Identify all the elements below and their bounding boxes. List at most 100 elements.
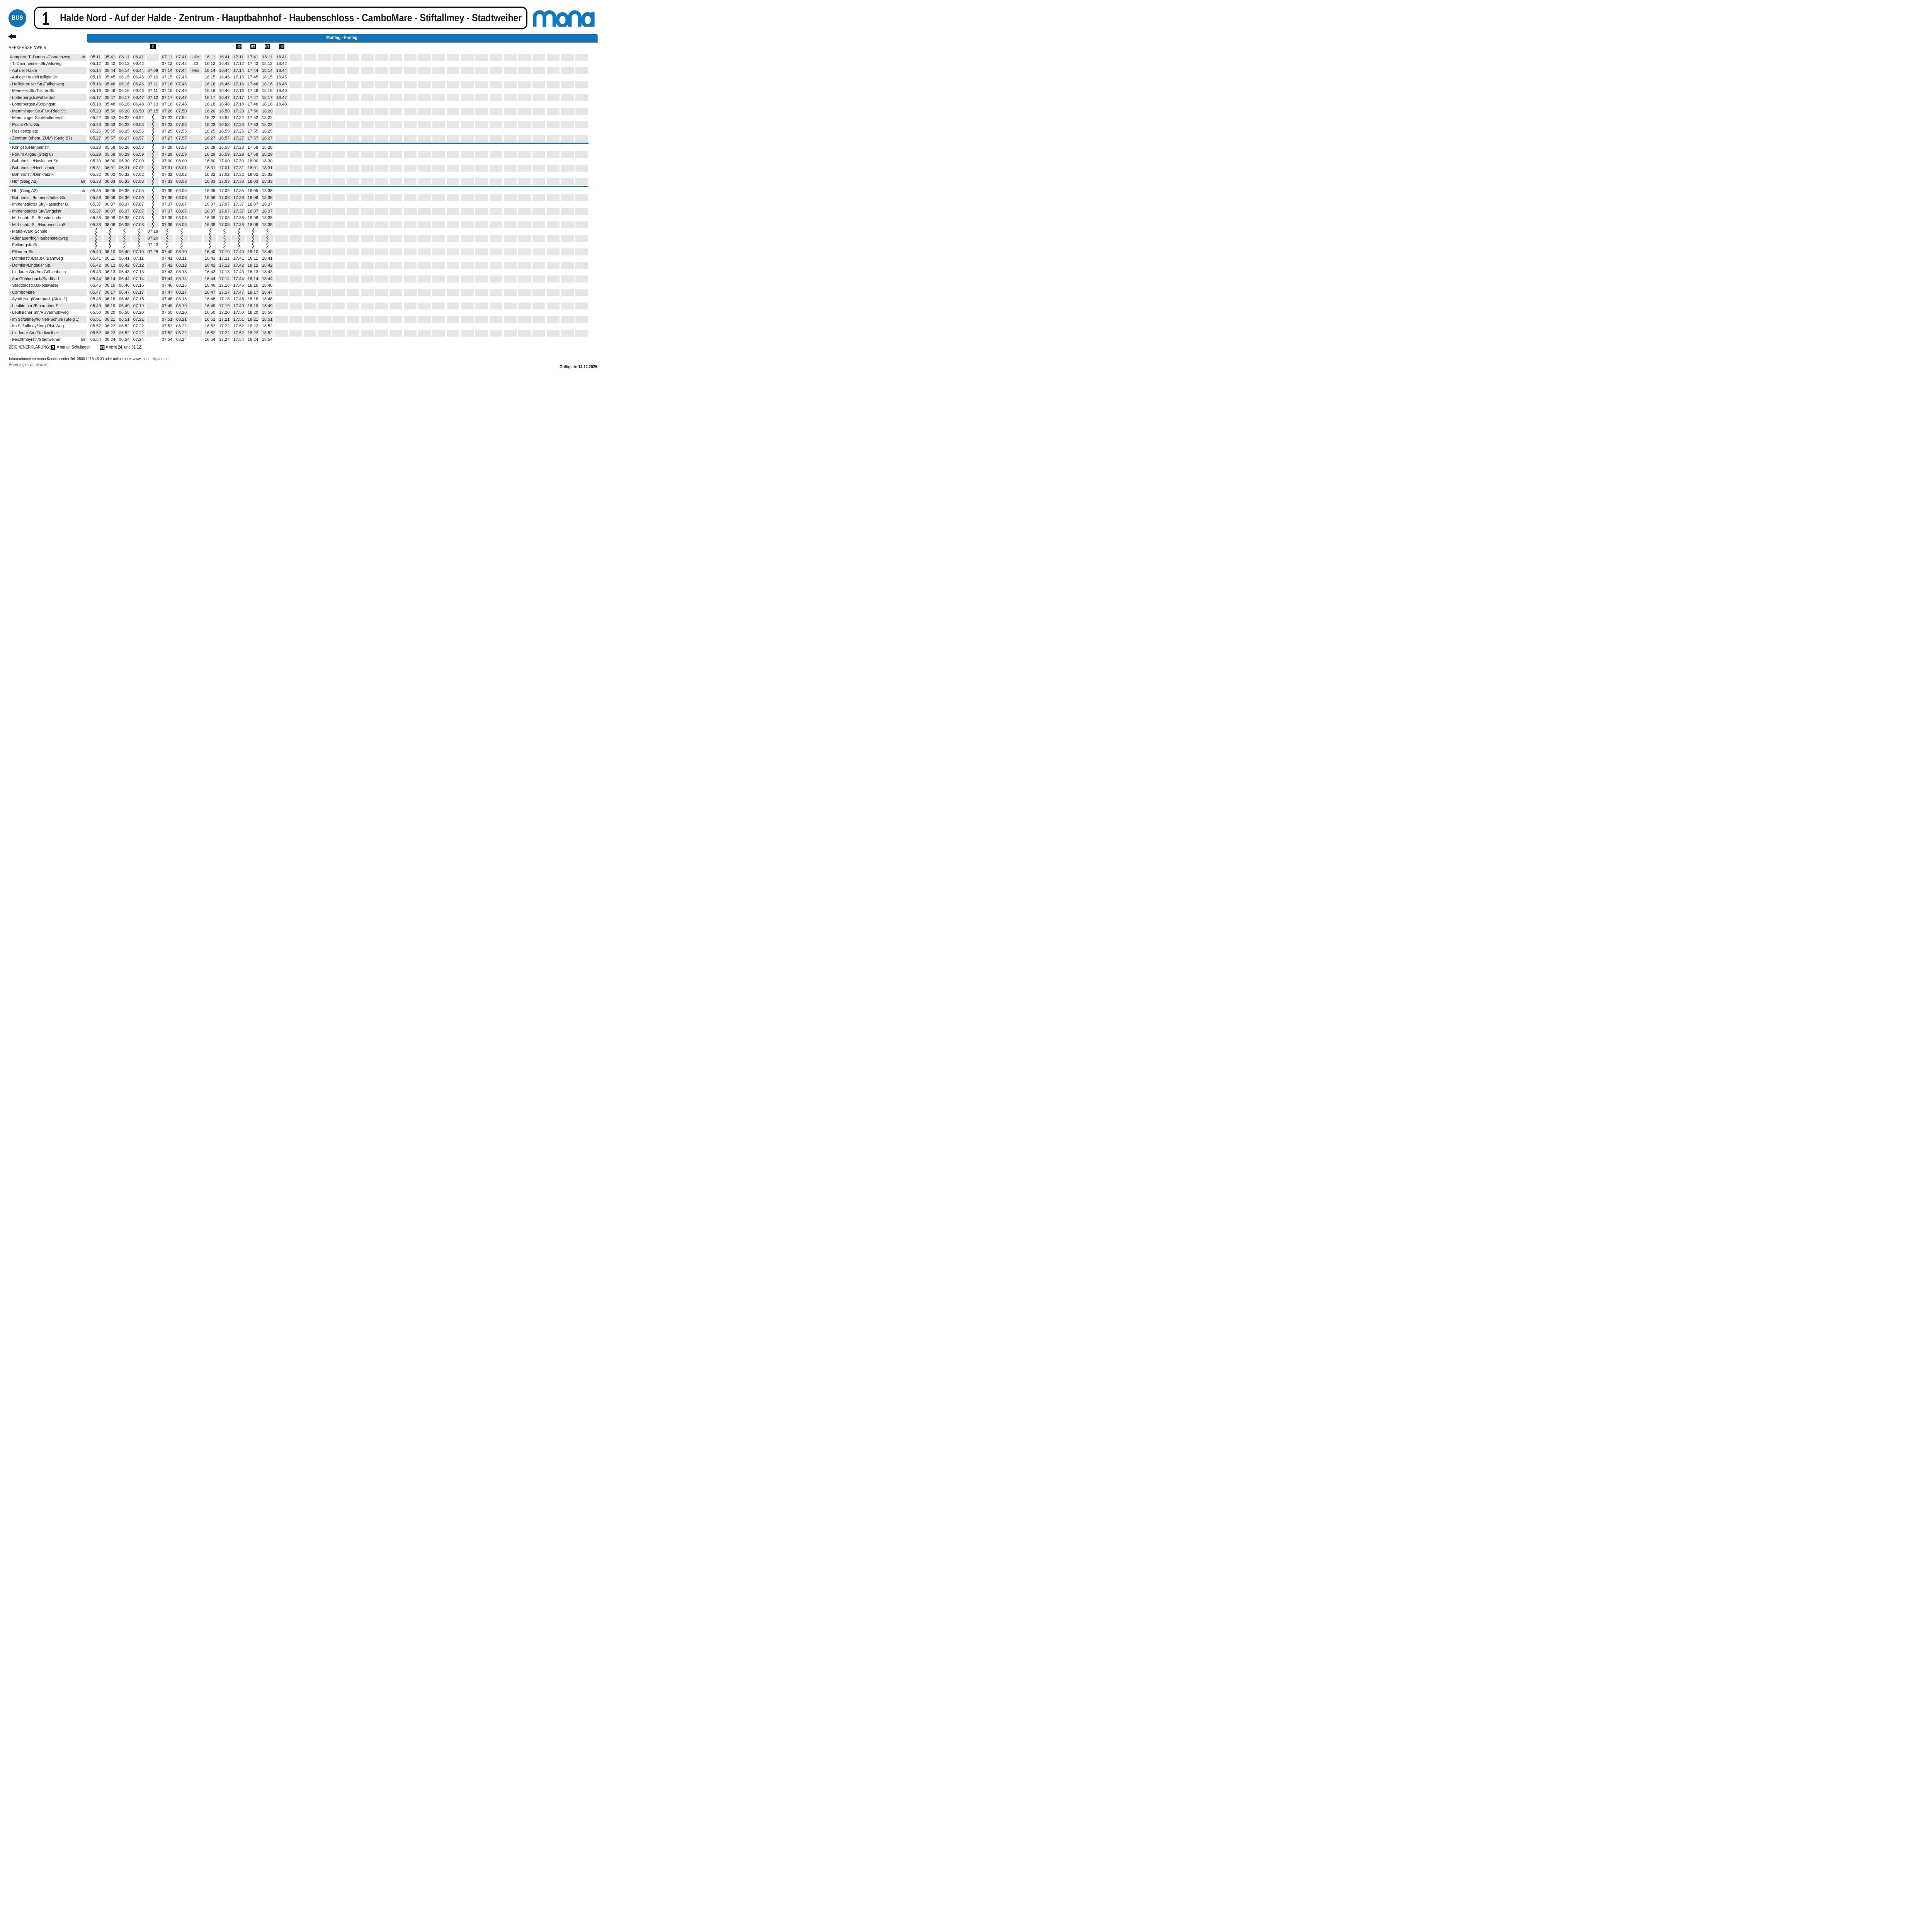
empty-cell: [361, 228, 374, 235]
empty-cell: [575, 188, 588, 195]
empty-cell: [289, 188, 302, 195]
empty-cell: [547, 235, 560, 242]
time-cell: 06.32: [118, 172, 131, 179]
time-cell: 16.46: [218, 88, 231, 95]
empty-cell: [490, 255, 502, 262]
time-cell: [189, 88, 202, 95]
empty-cell: [375, 337, 388, 344]
time-cell: 06.02: [104, 172, 116, 179]
time-cell: 18.25: [261, 128, 274, 135]
legend-text-hs: = nicht 24. und 31.12.: [105, 345, 142, 350]
empty-cell: [504, 310, 517, 316]
empty-cell: [518, 61, 531, 68]
stop-name-cell: - Bahnhofstr./Denkfabrik: [9, 172, 87, 179]
time-cell: 07.15: [161, 74, 173, 81]
empty-cell: [475, 262, 488, 269]
empty-cell: [447, 151, 459, 158]
time-cell: 07.07: [132, 208, 145, 215]
empty-cell: [361, 151, 374, 158]
empty-cell: [418, 101, 431, 108]
empty-cell: [461, 235, 474, 242]
empty-cell: [504, 289, 517, 296]
time-cell: 18.20: [247, 310, 259, 316]
stop-name: - Hbf (Steig A2): [10, 179, 37, 184]
time-cell: 05.50: [104, 108, 116, 115]
empty-cell: [318, 242, 331, 249]
time-cell: 17.03: [218, 178, 231, 185]
time-cell: 16.41: [204, 255, 216, 262]
time-cell: 17.01: [218, 165, 231, 172]
empty-cell: [575, 262, 588, 269]
empty-cell: [375, 208, 388, 215]
time-cell: [189, 188, 202, 195]
stop-name-cell: - Memminger Str./Fr.v.-Ried Str.: [9, 108, 87, 115]
empty-cell: [490, 337, 502, 344]
empty-cell: [389, 178, 402, 185]
time-cell: 08.02: [175, 172, 188, 179]
skip-stop-squiggle-icon: [89, 242, 102, 249]
time-cell: 17.52: [247, 115, 259, 122]
stop-row: - Dornierstr./Braut-u.Bahrweg05.4106.110…: [9, 255, 588, 262]
empty-cell: [575, 74, 588, 81]
empty-cell: [304, 228, 316, 235]
stop-row: - Bahnhofstr./Haslacher Str.05.3006.0006…: [9, 158, 588, 165]
empty-cell: [404, 145, 417, 151]
skip-stop-squiggle-icon: [161, 228, 173, 235]
empty-cell: [318, 330, 331, 337]
time-cell: 16.52: [218, 115, 231, 122]
empty-cell: [332, 248, 345, 255]
empty-cell: [375, 330, 388, 337]
time-cell: 06.57: [132, 135, 145, 142]
time-cell: 07.50: [175, 108, 188, 115]
empty-cell: [490, 74, 502, 81]
time-cell: 06.14: [118, 67, 131, 74]
stop-name: - Memminger Str./Fr.v.-Ried Str.: [10, 109, 67, 114]
empty-cell: [461, 194, 474, 201]
time-cell: 18.46: [275, 88, 288, 95]
empty-cell: [389, 242, 402, 249]
time-cell: [275, 121, 288, 128]
time-cell: 05.46: [104, 81, 116, 88]
empty-cell: [490, 145, 502, 151]
empty-cell: [318, 88, 331, 95]
time-cell: 17.47: [232, 289, 245, 296]
empty-cell: [304, 194, 316, 201]
empty-cell: [418, 54, 431, 61]
stop-name-cell: - Aybühlweg/Sportpark (Steig 1): [9, 296, 87, 303]
stop-row: - CamboMare05.4706.1706.4707.1707.4708.1…: [9, 289, 588, 296]
empty-cell: [447, 255, 459, 262]
skip-stop-squiggle-icon: [89, 228, 102, 235]
time-cell: 05.53: [104, 121, 116, 128]
empty-cell: [304, 145, 316, 151]
stop-name: - Ellharter Str.: [10, 250, 34, 254]
empty-cell: [518, 310, 531, 316]
time-cell: 18.01: [247, 165, 259, 172]
empty-cell: [289, 310, 302, 316]
back-arrow-icon: [8, 34, 16, 39]
empty-cell: [504, 67, 517, 74]
empty-cell: [518, 81, 531, 88]
empty-cell: [547, 337, 560, 344]
time-cell: 17.42: [247, 61, 259, 68]
empty-cell: [504, 248, 517, 255]
time-cell: 08.11: [175, 255, 188, 262]
time-cell: 16.52: [204, 330, 216, 337]
time-cell: 18.14: [261, 67, 274, 74]
time-cell: 16.50: [204, 310, 216, 316]
empty-cell: [304, 67, 316, 74]
time-cell: 05.17: [89, 94, 102, 101]
empty-cell: [418, 121, 431, 128]
empty-cell: [518, 54, 531, 61]
empty-cell: [490, 330, 502, 337]
stop-name-cell: - Memminger Str./Madlenerstr.: [9, 115, 87, 122]
time-cell: 06.28: [118, 145, 131, 151]
empty-cell: [575, 228, 588, 235]
empty-cell: [432, 67, 445, 74]
empty-cell: [432, 135, 445, 142]
empty-cell: [347, 151, 359, 158]
empty-cell: [432, 337, 445, 344]
time-cell: [189, 165, 202, 172]
empty-cell: [547, 215, 560, 222]
time-cell: [275, 276, 288, 282]
empty-cell: [404, 88, 417, 95]
